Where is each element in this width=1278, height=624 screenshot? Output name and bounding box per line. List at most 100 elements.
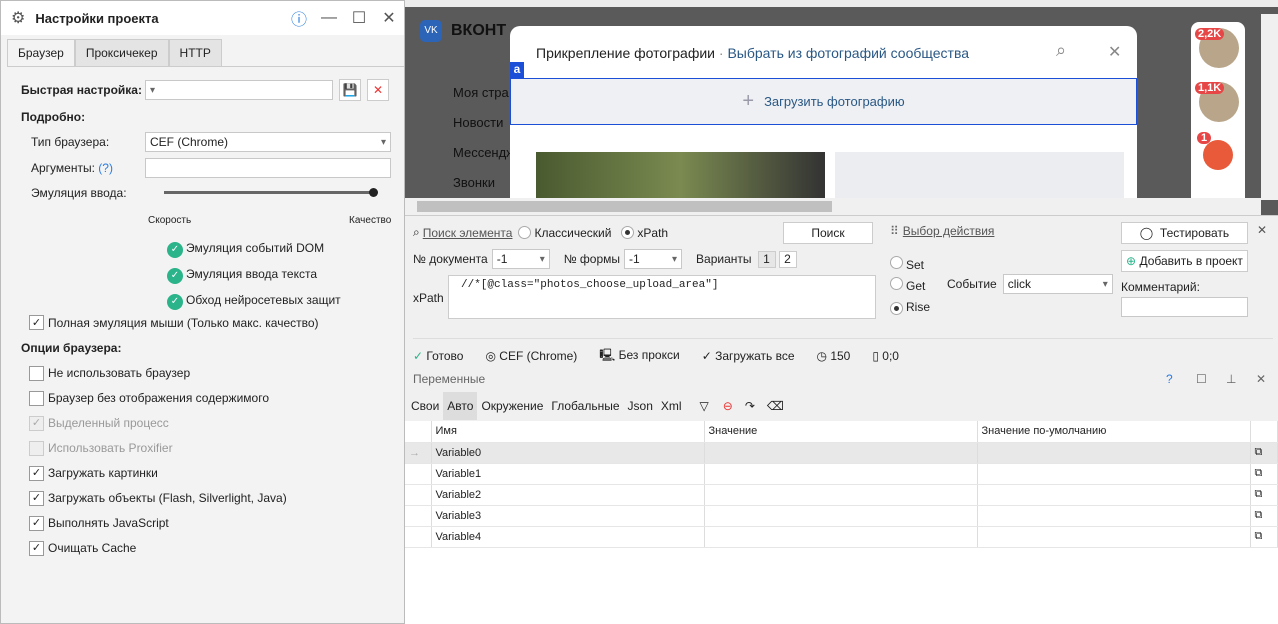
- xpath-input[interactable]: //*[@class="photos_choose_upload_area"]: [448, 275, 876, 319]
- copy-icon[interactable]: ⧉: [1250, 463, 1278, 485]
- radio-classic[interactable]: [518, 226, 532, 239]
- badge: 1: [1197, 132, 1212, 144]
- copy-icon[interactable]: ⧉: [1250, 526, 1278, 548]
- option-checkbox[interactable]: ✓ Загружать объекты (Flash, Silverlight, …: [29, 486, 287, 511]
- modal-title: Прикрепление фотографии: [536, 45, 716, 61]
- close-icon[interactable]: ✕: [1256, 372, 1270, 386]
- gear-icon: ⚙: [11, 10, 26, 27]
- photo-placeholder[interactable]: [835, 152, 1124, 201]
- copy-icon[interactable]: ⧉: [1250, 484, 1278, 506]
- quick-setting-select[interactable]: [145, 80, 333, 100]
- col-value: Значение: [704, 421, 978, 443]
- slider-knob[interactable]: [369, 188, 378, 197]
- doc-select[interactable]: -1: [491, 249, 550, 269]
- filter-icon[interactable]: ▽: [700, 399, 709, 413]
- dialog-titlebar: ⚙ Настройки проекта ⓘ — ☐ ✕: [1, 1, 404, 35]
- table-row[interactable]: → Variable0 ⧉: [405, 442, 1278, 464]
- option-checkbox[interactable]: Использовать Proxifier: [29, 436, 287, 461]
- help-icon[interactable]: ⓘ: [284, 6, 314, 30]
- option-checkbox[interactable]: Браузер без отображения содержимого: [29, 386, 287, 411]
- close-icon[interactable]: ✕: [1257, 223, 1267, 237]
- copy-icon[interactable]: ⧉: [1250, 505, 1278, 527]
- option-checkbox[interactable]: Не использовать браузер: [29, 361, 287, 386]
- horizontal-scrollbar[interactable]: [405, 198, 1261, 215]
- table-row[interactable]: Variable3 ⧉: [405, 505, 1278, 527]
- vk-nav-mypage[interactable]: Моя стра: [425, 78, 515, 108]
- vk-nav-messenger[interactable]: Мессендж: [425, 138, 515, 168]
- vars-tab[interactable]: Свои: [407, 392, 443, 420]
- table-row[interactable]: Variable1 ⧉: [405, 463, 1278, 485]
- args-input[interactable]: [145, 158, 391, 178]
- help-icon[interactable]: ?: [1166, 372, 1196, 386]
- vertical-scrollbar[interactable]: [1261, 14, 1278, 200]
- option-checkbox[interactable]: ✓ Выделенный процесс: [29, 411, 287, 436]
- upload-photo-area[interactable]: + Загрузить фотографию: [510, 78, 1137, 125]
- eraser-icon[interactable]: ⌫: [767, 399, 784, 413]
- tab-proxychecker[interactable]: Проксичекер: [74, 39, 169, 66]
- delete-icon[interactable]: ✕: [367, 79, 389, 101]
- find-element-link[interactable]: Поиск элемента: [423, 226, 513, 240]
- remove-icon[interactable]: ⊖: [723, 399, 733, 413]
- test-button[interactable]: ◯ Тестировать: [1121, 222, 1248, 244]
- browser-type-select[interactable]: CEF (Chrome): [145, 132, 391, 152]
- close-button[interactable]: ✕: [374, 8, 404, 28]
- vk-logo-icon: VK: [420, 20, 442, 42]
- variant-2[interactable]: 2: [778, 250, 797, 268]
- detail-label: Подробно:: [21, 110, 86, 124]
- option-checkbox[interactable]: ✓ Выполнять JavaScript: [29, 511, 287, 536]
- save-icon[interactable]: 💾: [339, 79, 361, 101]
- pin-icon[interactable]: ⊥: [1226, 372, 1256, 386]
- radio-set[interactable]: Set: [890, 255, 930, 276]
- vars-tab[interactable]: Глобальные: [547, 392, 623, 420]
- vk-nav-calls[interactable]: Звонки: [425, 168, 515, 198]
- search-icon[interactable]: ⌕: [1056, 40, 1066, 61]
- col-name: Имя: [431, 421, 705, 443]
- vk-nav-news[interactable]: Новости: [425, 108, 515, 138]
- minimize-button[interactable]: —: [314, 9, 344, 27]
- element-search-panel: ⌕ Поиск элемента Классический xPath Поиск…: [405, 215, 1278, 365]
- table-row[interactable]: Variable4 ⧉: [405, 526, 1278, 548]
- community-photos-link[interactable]: Выбрать из фотографий сообщества: [727, 45, 969, 61]
- redo-icon[interactable]: ↷: [745, 399, 755, 413]
- event-label: Событие: [947, 277, 997, 291]
- args-help-link[interactable]: (?): [98, 161, 113, 175]
- table-row[interactable]: Variable2 ⧉: [405, 484, 1278, 506]
- search-button[interactable]: Поиск: [783, 222, 873, 244]
- comment-input[interactable]: [1121, 297, 1248, 317]
- event-select[interactable]: click: [1002, 274, 1113, 294]
- vars-tab[interactable]: Окружение: [477, 392, 547, 420]
- form-select[interactable]: -1: [624, 249, 683, 269]
- args-label: Аргументы:: [31, 161, 95, 175]
- tab-http[interactable]: HTTP: [168, 39, 222, 66]
- browser-view[interactable]: VK ВКОНТ Моя стра Новости Мессендж Звонк…: [405, 0, 1278, 215]
- vars-tab[interactable]: Json: [624, 392, 657, 420]
- action-select-link[interactable]: Выбор действия: [903, 224, 995, 238]
- radio-get[interactable]: Get: [890, 276, 930, 297]
- full-mouse-checkbox[interactable]: ✓ Полная эмуляция мыши (Только макс. каче…: [29, 315, 319, 330]
- emulation-slider[interactable]: [164, 191, 374, 194]
- copy-icon[interactable]: ⧉: [1250, 442, 1278, 464]
- vars-tab[interactable]: Авто: [443, 392, 478, 420]
- close-icon[interactable]: ✕: [1108, 42, 1121, 62]
- comment-label: Комментарий:: [1121, 280, 1200, 294]
- col-default: Значение по-умолчанию: [977, 421, 1251, 443]
- maximize-button[interactable]: ☐: [344, 8, 374, 28]
- option-checkbox[interactable]: ✓ Очищать Cache: [29, 536, 287, 561]
- vars-tab[interactable]: Xml: [657, 392, 686, 420]
- check-circle-icon: ✓: [167, 294, 183, 310]
- tab-browser[interactable]: Браузер: [7, 39, 75, 66]
- option-checkbox[interactable]: ✓ Загружать картинки: [29, 461, 287, 486]
- photo-thumbnail[interactable]: [536, 152, 825, 201]
- vk-right-rail: 2,2K 1,1K 1: [1191, 22, 1245, 215]
- variant-1[interactable]: 1: [757, 250, 776, 268]
- feature-neural: ✓ Обход нейросетевых защит: [167, 287, 341, 313]
- project-settings-dialog: ⚙ Настройки проекта ⓘ — ☐ ✕ Браузер Прок…: [0, 0, 405, 624]
- maximize-icon[interactable]: ☐: [1196, 372, 1226, 386]
- add-to-project-button[interactable]: ⊕ Добавить в проект: [1121, 250, 1248, 272]
- photo-attach-modal: Прикрепление фотографии · Выбрать из фот…: [510, 26, 1137, 201]
- badge: 2,2K: [1195, 28, 1225, 40]
- radio-rise[interactable]: Rise: [890, 297, 930, 318]
- radio-xpath[interactable]: [621, 226, 635, 239]
- status-bar: ✓ Готово ◎ CEF (Chrome) 🖳 Без прокси ✓ З…: [413, 338, 1273, 366]
- check-circle-icon: ✓: [167, 242, 183, 258]
